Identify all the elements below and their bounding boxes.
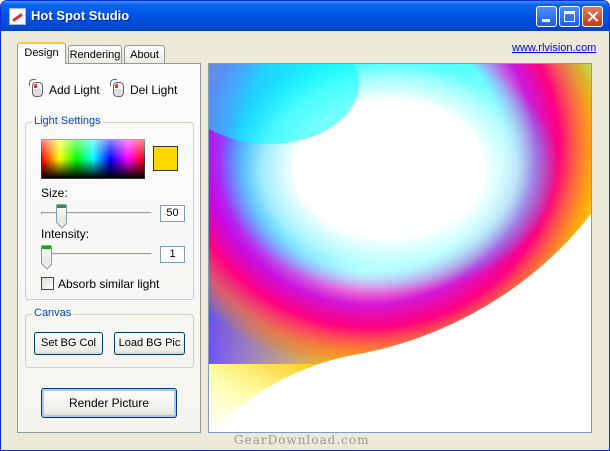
intensity-label: Intensity:	[41, 227, 90, 241]
intensity-value-field[interactable]: 1	[160, 246, 185, 263]
selected-color-swatch[interactable]	[153, 146, 178, 171]
mouse-icon	[32, 82, 43, 97]
maximize-icon	[564, 11, 575, 22]
minimize-icon	[542, 19, 550, 22]
window-title: Hot Spot Studio	[31, 8, 130, 23]
absorb-similar-light-checkbox[interactable]	[41, 277, 54, 290]
del-light-label: Del Light	[130, 83, 178, 97]
light-settings-title: Light Settings	[32, 115, 103, 127]
app-window: Hot Spot Studio www.rlvision.com Design …	[0, 0, 610, 451]
close-button[interactable]	[582, 6, 603, 27]
absorb-similar-light-label: Absorb similar light	[58, 277, 160, 291]
minimize-button[interactable]	[536, 6, 557, 27]
website-link[interactable]: www.rlvision.com	[512, 42, 596, 54]
watermark: GearDownload.com	[234, 433, 370, 447]
render-picture-button[interactable]: Render Picture	[41, 388, 177, 418]
title-bar[interactable]: Hot Spot Studio	[1, 1, 609, 31]
size-slider-thumb[interactable]	[56, 204, 67, 223]
mouse-icon	[113, 82, 124, 97]
add-light-label: Add Light	[49, 83, 100, 97]
hotspot-render	[209, 64, 591, 432]
tab-about[interactable]: About	[124, 45, 165, 63]
app-icon	[9, 8, 26, 25]
tab-design[interactable]: Design	[17, 42, 66, 64]
canvas-group-title: Canvas	[32, 307, 74, 319]
load-bg-picture-button[interactable]: Load BG Pic	[114, 332, 185, 355]
tab-rendering[interactable]: Rendering	[68, 45, 122, 63]
size-value-field[interactable]: 50	[160, 205, 185, 222]
size-label: Size:	[41, 186, 68, 200]
render-canvas[interactable]	[208, 63, 592, 433]
maximize-button[interactable]	[559, 6, 580, 27]
intensity-slider-thumb[interactable]	[41, 245, 52, 264]
intensity-slider-track[interactable]	[41, 253, 152, 256]
set-bg-color-button[interactable]: Set BG Col	[34, 332, 103, 355]
